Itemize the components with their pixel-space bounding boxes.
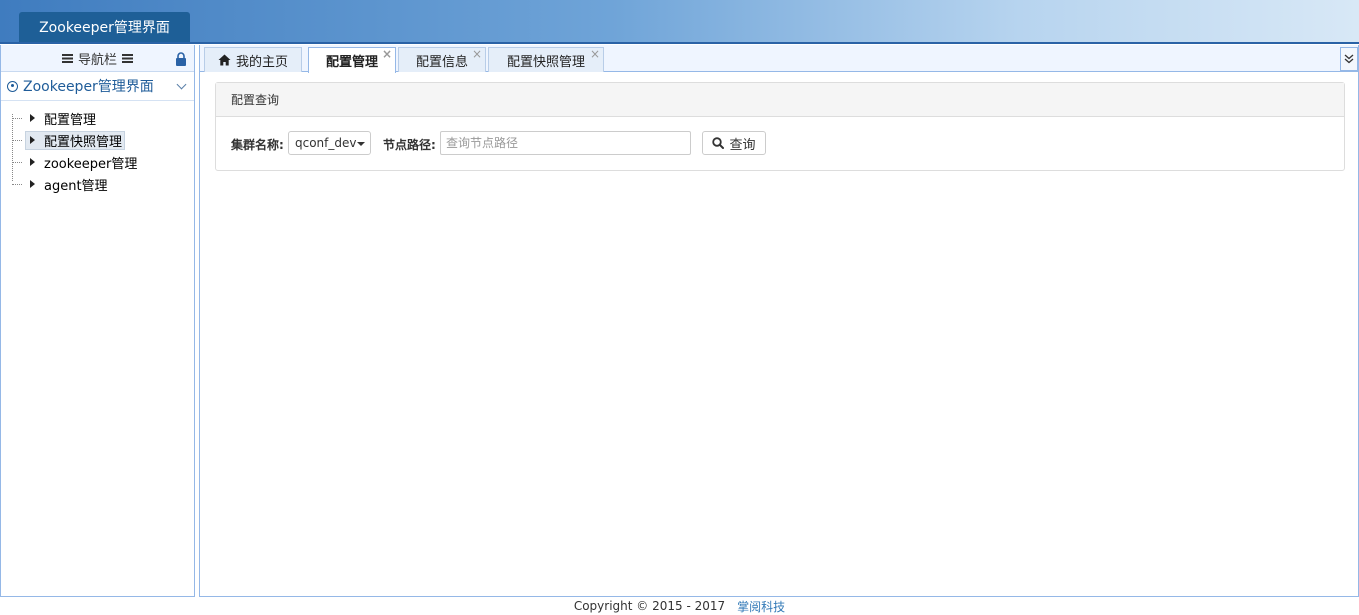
sidebar-item-zookeeper[interactable]: zookeeper管理 — [1, 151, 194, 173]
caret-right-icon[interactable] — [30, 158, 35, 166]
close-icon[interactable]: × — [382, 48, 392, 60]
tab-label: 配置信息 — [415, 54, 468, 70]
tree-connector — [12, 162, 22, 163]
path-label: 节点路径: — [383, 138, 436, 152]
caret-down-icon — [357, 142, 365, 146]
tab-home[interactable]: 我的主页 — [204, 47, 302, 72]
sidebar-item-label: 配置管理 — [44, 112, 97, 128]
menu-icon — [122, 53, 133, 63]
tab-config-manage[interactable]: 配置管理 × — [308, 47, 396, 73]
panel-heading: 配置查询 — [216, 83, 1344, 117]
sidebar-item-label: agent管理 — [44, 178, 108, 194]
sidebar-item-config-snapshot[interactable]: 配置快照管理 — [1, 129, 194, 151]
sidebar-item-config-manage[interactable]: 配置管理 — [1, 107, 194, 129]
sidebar-title: 导航栏 — [77, 52, 117, 68]
sidebar: 导航栏 Zookeeper管理界面 配置管理 配置快照管理 zookeeper管… — [0, 45, 195, 597]
search-icon — [712, 137, 725, 149]
accordion-title: Zookeeper管理界面 — [23, 79, 154, 95]
sidebar-item-agent[interactable]: agent管理 — [1, 173, 194, 195]
app-header: Zookeeper管理界面 — [0, 0, 1359, 44]
config-query-panel: 配置查询 集群名称: qconf_dev 节点路径: 查询 — [215, 82, 1345, 171]
query-form: 集群名称: qconf_dev 节点路径: 查询 — [216, 117, 1344, 171]
cluster-label: 集群名称: — [231, 138, 284, 152]
tabs-menu-button[interactable] — [1340, 47, 1358, 71]
menu-icon — [61, 53, 73, 63]
search-button-label: 查询 — [729, 137, 756, 153]
tabs-bar: 我的主页 配置管理 × 配置信息 × 配置快照管理 × — [200, 45, 1358, 73]
copyright-text: Copyright © 2015 - 2017 — [573, 599, 726, 613]
caret-right-icon[interactable] — [30, 114, 35, 122]
tab-label: 配置快照管理 — [506, 54, 585, 70]
cluster-select-value: qconf_dev — [295, 136, 357, 150]
double-chevron-down-icon — [1344, 54, 1354, 64]
nav-tree: 配置管理 配置快照管理 zookeeper管理 agent管理 — [1, 101, 194, 195]
cluster-select[interactable]: qconf_dev — [288, 131, 371, 155]
tab-label: 配置管理 — [325, 55, 378, 70]
company-link[interactable]: 掌阅科技 — [737, 598, 785, 615]
footer: Copyright © 2015 - 2017 掌阅科技 — [0, 597, 1359, 615]
tab-label: 我的主页 — [235, 54, 288, 70]
caret-right-icon[interactable] — [30, 180, 35, 188]
main-content: 我的主页 配置管理 × 配置信息 × 配置快照管理 × 配置查询 集群名称: q… — [199, 45, 1359, 597]
close-icon[interactable]: × — [590, 48, 600, 60]
target-icon — [7, 80, 18, 92]
home-icon — [218, 54, 231, 66]
path-input[interactable] — [440, 131, 691, 155]
chevron-down-icon[interactable] — [176, 79, 187, 90]
sidebar-header: 导航栏 — [1, 45, 194, 72]
lock-icon[interactable] — [175, 52, 187, 66]
search-button[interactable]: 查询 — [702, 131, 766, 155]
tab-config-info[interactable]: 配置信息 × — [398, 47, 486, 72]
tree-connector — [12, 140, 22, 141]
close-icon[interactable]: × — [472, 48, 482, 60]
sidebar-item-label: 配置快照管理 — [44, 134, 123, 150]
tab-config-snapshot[interactable]: 配置快照管理 × — [488, 47, 604, 72]
sidebar-item-label: zookeeper管理 — [44, 156, 138, 172]
caret-right-icon[interactable] — [30, 136, 35, 144]
tree-connector — [12, 118, 22, 119]
accordion-header[interactable]: Zookeeper管理界面 — [1, 72, 194, 101]
header-title-tab[interactable]: Zookeeper管理界面 — [19, 12, 190, 42]
tree-connector — [12, 184, 22, 185]
